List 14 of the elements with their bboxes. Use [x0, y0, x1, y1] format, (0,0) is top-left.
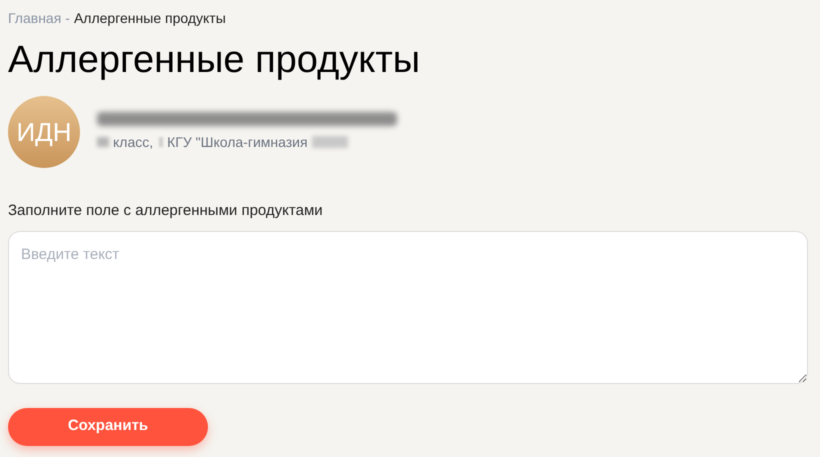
breadcrumb-separator: -: [65, 8, 70, 28]
blurred-grade-icon: [97, 137, 109, 147]
breadcrumb-item[interactable]: Главная: [8, 8, 62, 28]
school-text: КГУ "Школа-гимназия: [167, 132, 308, 152]
breadcrumb-item: Аллергенные продукты: [74, 8, 226, 28]
blurred-number-icon: [312, 136, 348, 148]
class-text: класс,: [113, 132, 154, 152]
blurred-name-icon: [97, 112, 397, 126]
field-label: Заполните поле с аллергенными продуктами: [8, 201, 324, 221]
save-button[interactable]: Сохранить: [8, 408, 208, 446]
blurred-quote-icon: [159, 137, 164, 147]
avatar: ИДН: [8, 96, 80, 168]
page-title: Аллергенные продукты: [8, 38, 422, 82]
text-area[interactable]: Введите текст: [8, 230, 808, 384]
